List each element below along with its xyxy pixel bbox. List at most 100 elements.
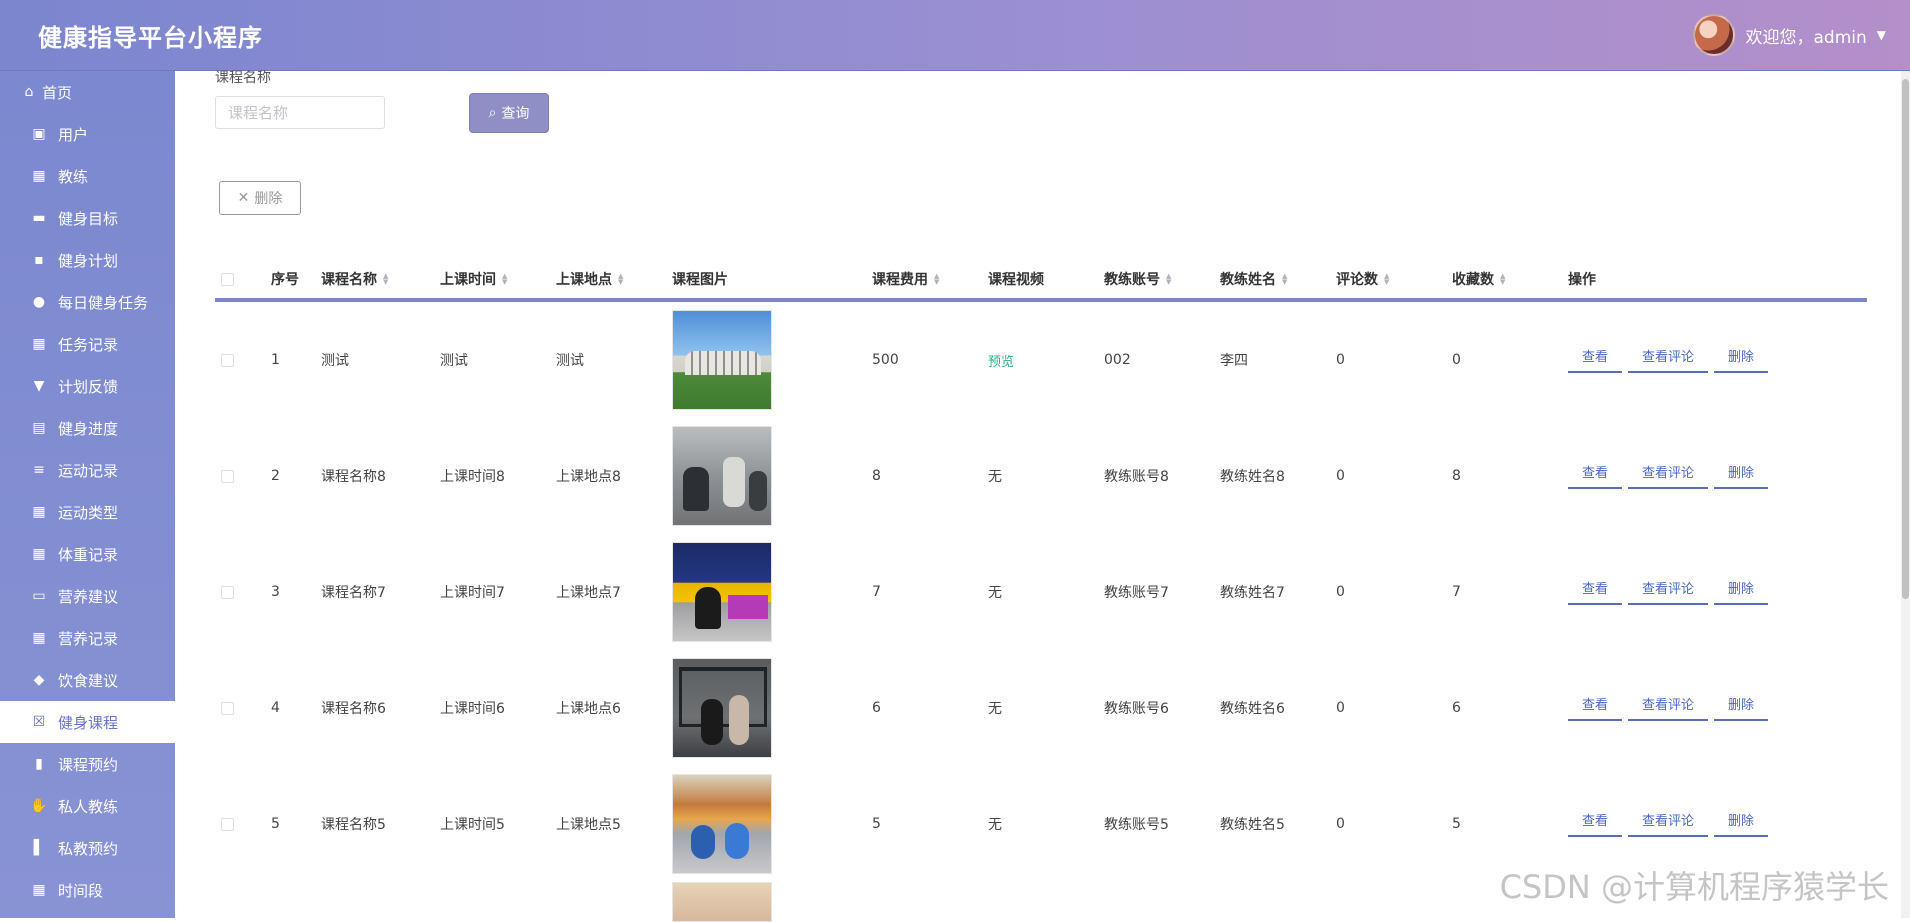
cell-favorites: 6 [1452, 700, 1461, 716]
sidebar-item-label: 营养记录 [58, 629, 119, 648]
view-comments-button[interactable]: 查看评论 [1628, 455, 1709, 489]
sidebar-item-fitness-plans[interactable]: ▪ 健身计划 [0, 239, 175, 281]
cell-coach-name: 李四 [1220, 353, 1248, 369]
header-favorites[interactable]: 收藏数 ▲ ▼ [1452, 269, 1568, 289]
row-checkbox[interactable] [221, 469, 234, 483]
cell-name: 测试 [321, 353, 349, 369]
sort-icon[interactable]: ▲ ▼ [1500, 273, 1505, 286]
header-time[interactable]: 上课时间 ▲ ▼ [440, 269, 556, 289]
table-row: 1 测试 测试 测试 500 预览 002 李四 0 0 查看 查看评论 删除 [215, 302, 1867, 418]
cell-name: 课程名称8 [321, 469, 386, 485]
scrollbar-thumb[interactable] [1902, 79, 1909, 599]
sidebar-item-trainer-booking[interactable]: ▌ 私教预约 [0, 827, 175, 869]
cell-fee: 6 [872, 700, 881, 716]
course-image[interactable] [672, 774, 772, 874]
row-checkbox[interactable] [221, 817, 234, 831]
sort-icon[interactable]: ▲ ▼ [502, 273, 507, 286]
view-button[interactable]: 查看 [1568, 571, 1623, 605]
delete-button[interactable]: 删除 [1714, 687, 1769, 721]
video-preview-link[interactable]: 预览 [988, 351, 1014, 370]
view-button[interactable]: 查看 [1568, 455, 1623, 489]
table-header: 序号 课程名称 ▲ ▼ 上课时间 ▲ ▼ 上课地点 ▲ ▼ 课程图片 课程费用 ▲ ▼ 课程视频… [215, 260, 1867, 302]
sort-icon[interactable]: ▲ ▼ [1384, 273, 1389, 286]
sidebar-item-exercise-types[interactable]: ▦ 运动类型 [0, 491, 175, 533]
print-icon: ▭ [32, 588, 46, 604]
vertical-scrollbar[interactable] [1901, 71, 1910, 918]
sidebar-item-exercise-records[interactable]: ≡ 运动记录 [0, 449, 175, 491]
select-all-checkbox[interactable] [221, 272, 234, 286]
header-coach-account[interactable]: 教练账号 ▲ ▼ [1104, 269, 1220, 289]
sidebar-item-weight-records[interactable]: ▦ 体重记录 [0, 533, 175, 575]
sidebar-item-home[interactable]: ⌂ 首页 [0, 71, 175, 113]
course-image[interactable] [672, 542, 772, 642]
course-image[interactable] [672, 882, 772, 922]
header-coach-name[interactable]: 教练姓名 ▲ ▼ [1220, 269, 1336, 289]
header-name[interactable]: 课程名称 ▲ ▼ [321, 269, 440, 289]
sidebar-item-time-slots[interactable]: ▦ 时间段 [0, 869, 175, 911]
view-button[interactable]: 查看 [1568, 687, 1623, 721]
sidebar-item-coaches[interactable]: ▦ 教练 [0, 155, 175, 197]
sidebar-item-nutrition-records[interactable]: ▦ 营养记录 [0, 617, 175, 659]
hand-icon: ✋ [30, 798, 48, 814]
view-comments-button[interactable]: 查看评论 [1628, 339, 1709, 373]
view-button[interactable]: 查看 [1568, 803, 1623, 837]
header-fee[interactable]: 课程费用 ▲ ▼ [872, 269, 988, 289]
sidebar-item-plan-feedback[interactable]: ▼ 计划反馈 [0, 365, 175, 407]
cell-coach-name: 教练姓名5 [1220, 817, 1285, 833]
cell-fee: 7 [872, 584, 881, 600]
sidebar-item-daily-tasks[interactable]: ● 每日健身任务 [0, 281, 175, 323]
sort-icon[interactable]: ▲ ▼ [383, 273, 388, 286]
row-checkbox[interactable] [221, 353, 234, 367]
watermark: CSDN @计算机程序猿学长 [1499, 868, 1889, 906]
table-row: 2 课程名称8 上课时间8 上课地点8 8 无 教练账号8 教练姓名8 0 8 … [215, 418, 1867, 534]
avatar[interactable] [1693, 14, 1736, 56]
course-table: 序号 课程名称 ▲ ▼ 上课时间 ▲ ▼ 上课地点 ▲ ▼ 课程图片 课程费用 ▲ ▼ 课程视频… [215, 260, 1867, 922]
delete-button[interactable]: 删除 [1714, 339, 1769, 373]
query-button[interactable]: ⌕ 查询 [469, 93, 549, 133]
course-image[interactable] [672, 658, 772, 758]
sort-icon[interactable]: ▲ ▼ [1282, 273, 1287, 286]
sort-icon[interactable]: ▲ ▼ [618, 273, 623, 286]
main-content: 课程名称 ⌕ 查询 ✕ 删除 序号 课程名称▲▼ 上课时间▲▼ 上课地点▲▼ 课… [175, 70, 1901, 922]
view-comments-button[interactable]: 查看评论 [1628, 803, 1709, 837]
list-icon: ≡ [33, 462, 45, 478]
delete-button[interactable]: 删除 [1714, 455, 1769, 489]
user-greeting[interactable]: 欢迎您，admin [1745, 23, 1866, 48]
search-input[interactable] [215, 96, 385, 129]
view-comments-button[interactable]: 查看评论 [1628, 687, 1709, 721]
sort-icon[interactable]: ▲ ▼ [934, 273, 939, 286]
row-checkbox[interactable] [221, 585, 234, 599]
course-image[interactable] [672, 310, 772, 410]
sidebar-item-nutrition-advice[interactable]: ▭ 营养建议 [0, 575, 175, 617]
user-menu[interactable]: 欢迎您，admin ▼ [1693, 14, 1886, 56]
book-icon: ▌ [33, 840, 45, 856]
view-button[interactable]: 查看 [1568, 339, 1623, 373]
course-image[interactable] [672, 426, 772, 526]
sidebar-item-fitness-goals[interactable]: ▬ 健身目标 [0, 197, 175, 239]
cell-place: 上课地点6 [556, 701, 621, 717]
sort-icon[interactable]: ▲ ▼ [1166, 273, 1171, 286]
delete-button[interactable]: 删除 [1714, 803, 1769, 837]
header-comments[interactable]: 评论数 ▲ ▼ [1336, 269, 1452, 289]
caret-down-icon[interactable]: ▼ [1877, 28, 1886, 42]
sidebar-item-task-records[interactable]: ▦ 任务记录 [0, 323, 175, 365]
grid-icon: ▦ [32, 504, 46, 520]
sidebar-item-users[interactable]: ▣ 用户 [0, 113, 175, 155]
sidebar-item-fitness-progress[interactable]: ▤ 健身进度 [0, 407, 175, 449]
sidebar-item-personal-trainers[interactable]: ✋ 私人教练 [0, 785, 175, 827]
table-row: 3 课程名称7 上课时间7 上课地点7 7 无 教练账号7 教练姓名7 0 7 … [215, 534, 1867, 650]
clipboard-x-icon: ☒ [32, 714, 46, 730]
sidebar-item-label: 体重记录 [58, 545, 119, 564]
header-place[interactable]: 上课地点 ▲ ▼ [556, 269, 672, 289]
sidebar-item-label: 计划反馈 [58, 377, 119, 396]
batch-delete-button[interactable]: ✕ 删除 [219, 181, 301, 215]
view-comments-button[interactable]: 查看评论 [1628, 571, 1709, 605]
sidebar-item-fitness-courses[interactable]: ☒ 健身课程 [0, 701, 175, 743]
sidebar-item-label: 时间段 [58, 881, 104, 900]
row-checkbox[interactable] [221, 701, 234, 715]
cell-coach-name: 教练姓名8 [1220, 469, 1285, 485]
sidebar-item-course-booking[interactable]: ▮ 课程预约 [0, 743, 175, 785]
delete-button[interactable]: 删除 [1714, 571, 1769, 605]
cell-time: 测试 [440, 353, 468, 369]
sidebar-item-diet-advice[interactable]: ◆ 饮食建议 [0, 659, 175, 701]
